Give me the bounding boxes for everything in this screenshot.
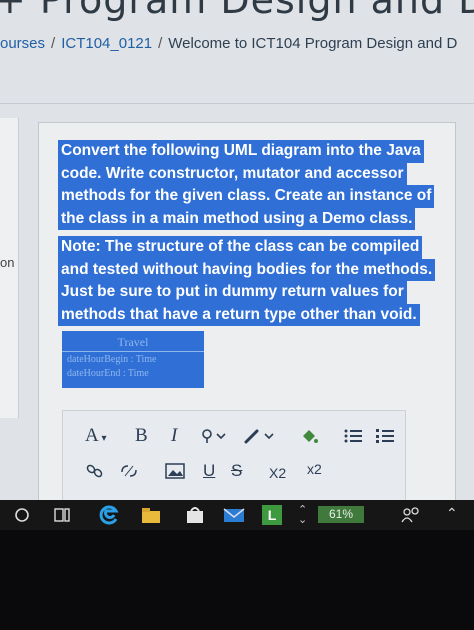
search-circle-icon[interactable] xyxy=(12,505,32,525)
bold-icon[interactable]: B xyxy=(135,425,148,447)
subscript-icon[interactable]: X2 xyxy=(269,465,286,481)
link-icon[interactable] xyxy=(85,463,105,479)
paint-bucket-icon[interactable] xyxy=(299,427,319,445)
bullet-list-icon[interactable] xyxy=(343,427,363,445)
task-view-icon[interactable] xyxy=(52,505,72,525)
header-divider xyxy=(0,103,474,104)
highlight-icon[interactable] xyxy=(243,427,275,445)
taskbar: L ⌃ ⌄ ⌃ xyxy=(0,500,474,530)
breadcrumb-separator: / xyxy=(51,35,56,52)
app-l-icon[interactable]: L xyxy=(262,505,282,525)
people-icon[interactable] xyxy=(400,505,422,525)
browser-screen: + Program Design and Devel ourses / ICT104… xyxy=(0,0,474,500)
question-line: methods for the given class. Create an i… xyxy=(58,185,435,208)
note-line: Note: The structure of the class can be … xyxy=(58,236,423,259)
answer-editor: A ▾ B I U S X2 x2 xyxy=(62,410,406,500)
question-line: Convert the following UML diagram into t… xyxy=(58,140,424,163)
question-paragraph-1: Convert the following UML diagram into t… xyxy=(58,140,435,230)
superscript-icon[interactable]: x2 xyxy=(307,461,322,477)
uml-attribute: dateHourEnd : Time xyxy=(67,368,149,379)
uml-class-name: Travel xyxy=(117,335,149,349)
question-line: the class in a main method using a Demo … xyxy=(58,207,416,230)
breadcrumb-current: Welcome to ICT104 Program Design and D xyxy=(168,35,458,52)
breadcrumb: ourses / ICT104_0121 / Welcome to ICT104 Pro… xyxy=(0,35,457,52)
chevron-up-icon[interactable]: ⌃ xyxy=(446,505,458,525)
file-explorer-icon[interactable] xyxy=(140,505,162,525)
image-icon[interactable] xyxy=(165,463,185,479)
question-line: code. Write constructor, mutator and acc… xyxy=(58,162,407,185)
uml-attribute: dateHourBegin : Time xyxy=(67,354,157,365)
question-paragraph-2: Note: The structure of the class can be … xyxy=(58,236,436,326)
italic-icon[interactable]: I xyxy=(171,425,177,447)
uml-diagram-image: Travel dateHourBegin : Time dateHourEnd … xyxy=(62,331,204,388)
underline-icon[interactable]: U xyxy=(203,461,215,481)
page-heading-fragment: + Program Design and Devel xyxy=(0,0,474,22)
breadcrumb-courses[interactable]: ourses xyxy=(0,35,45,52)
scroll-arrows-icon[interactable]: ⌃ ⌄ xyxy=(298,505,307,526)
font-size-icon[interactable]: A ▾ xyxy=(85,425,107,447)
strikethrough-icon[interactable]: S xyxy=(231,461,242,481)
uml-divider xyxy=(62,351,204,352)
unlink-icon[interactable] xyxy=(119,463,139,479)
breadcrumb-course[interactable]: ICT104_0121 xyxy=(61,35,152,52)
note-line: Just be sure to put in dummy return valu… xyxy=(58,281,407,304)
note-line: methods that have a return type other th… xyxy=(58,303,420,326)
edge-icon[interactable] xyxy=(98,505,120,525)
side-label: on xyxy=(0,255,15,270)
store-icon[interactable] xyxy=(184,505,206,525)
monitor-bezel xyxy=(0,530,474,630)
mail-icon[interactable] xyxy=(222,505,246,525)
battery-indicator: 61% xyxy=(318,506,364,523)
text-color-icon[interactable] xyxy=(201,427,227,445)
numbered-list-icon[interactable] xyxy=(375,427,395,445)
breadcrumb-separator: / xyxy=(158,35,163,52)
note-line: and tested without having bodies for the… xyxy=(58,258,436,281)
